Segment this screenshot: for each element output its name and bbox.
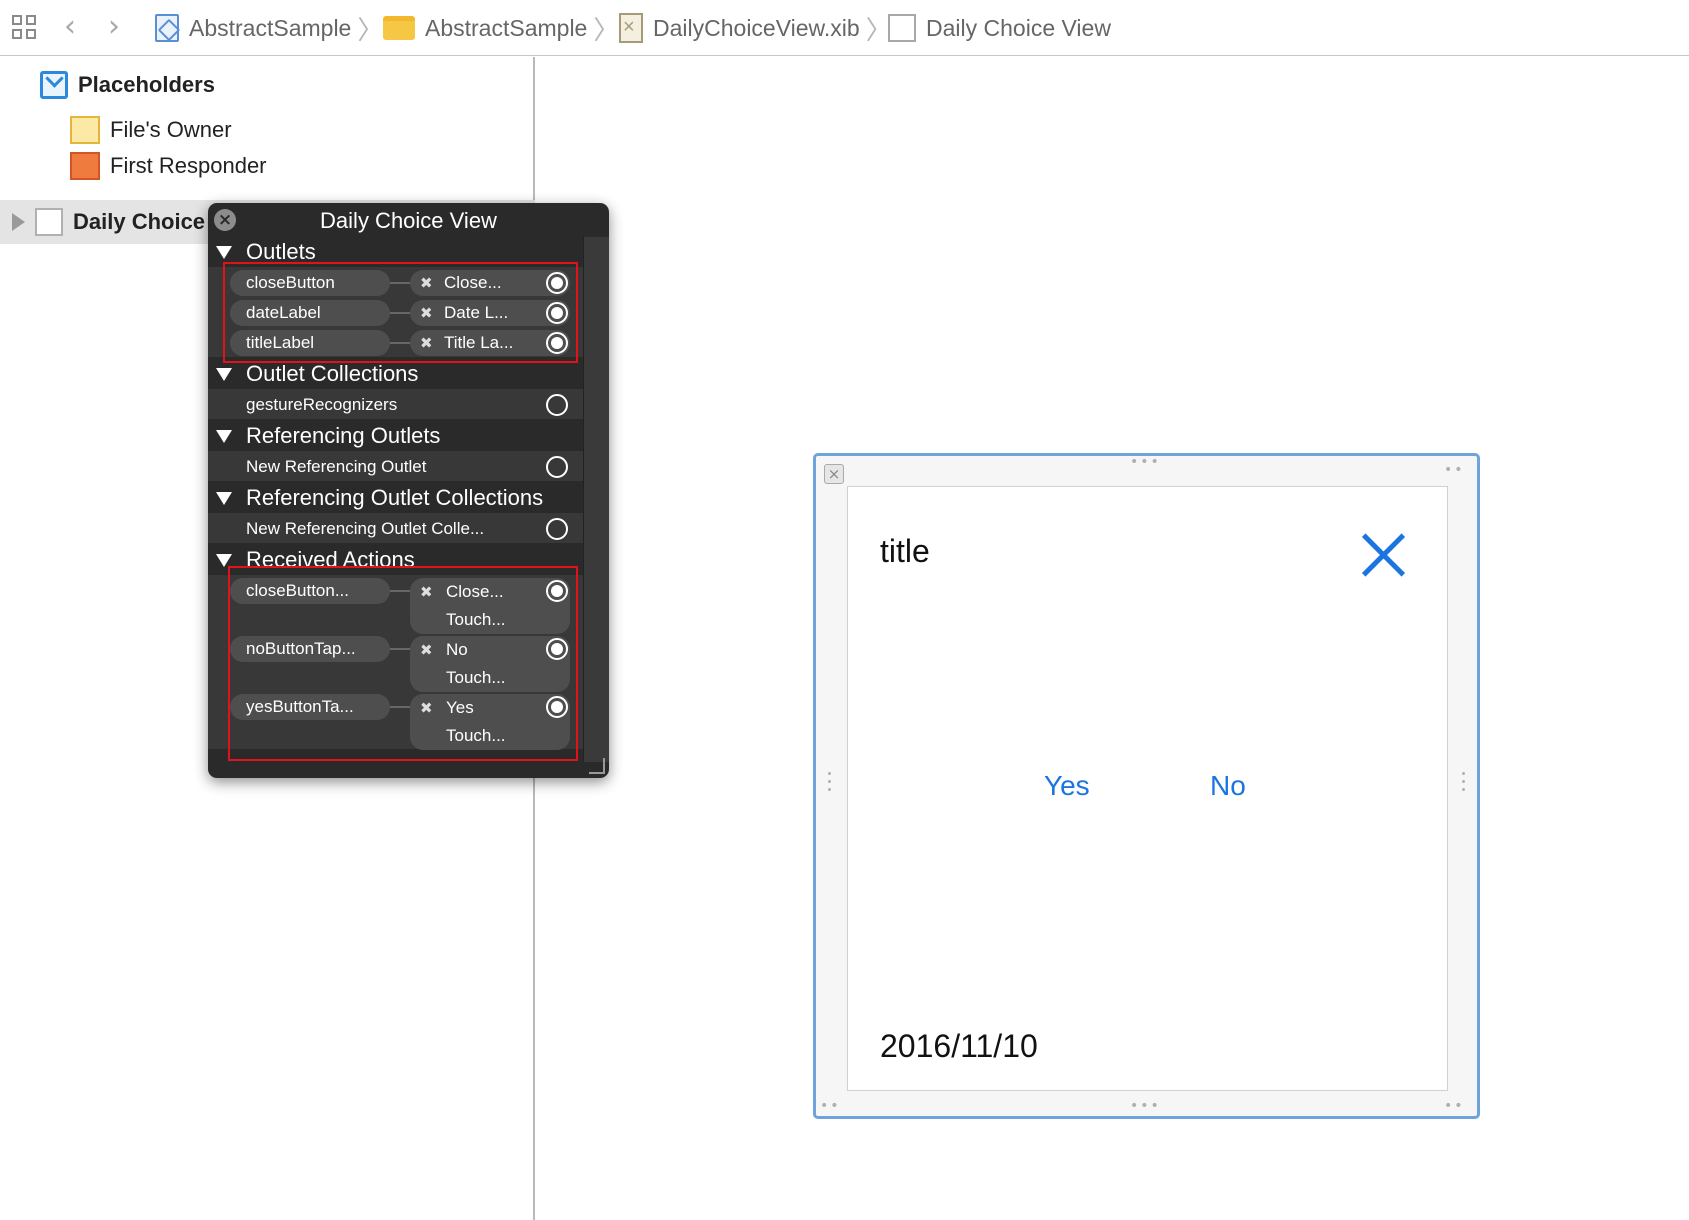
resize-handle-bottom-left[interactable]: •• [820,1098,841,1114]
disclosure-triangle-icon [216,245,232,259]
daily-choice-view-frame[interactable]: × ••• ••• •• •• •• title Yes No 2016/11/… [813,453,1480,1119]
resize-handle-top[interactable]: ••• [1130,454,1161,470]
back-arrow-icon[interactable]: ‹ [64,10,76,44]
close-button-x-icon[interactable] [1360,531,1408,579]
first-responder-label: First Responder [110,153,267,178]
frame-close-icon[interactable]: × [824,464,844,484]
jump-bar: ‹ › AbstractSample 〉 AbstractSample 〉 Da… [0,0,1689,56]
xib-file-icon [619,13,643,43]
breadcrumb-folder-label: AbstractSample [425,14,588,41]
section-referencing-outlets-label: Referencing Outlets [246,423,441,448]
title-label[interactable]: title [880,533,930,570]
no-button[interactable]: No [1210,770,1246,802]
connection-circle-empty-icon[interactable] [546,394,568,416]
breadcrumb-xib[interactable]: DailyChoiceView.xib 〉 [619,12,892,45]
new-referencing-outlet-label: New Referencing Outlet [246,457,427,476]
folder-icon [383,16,415,40]
section-outlet-collections-label: Outlet Collections [246,361,419,386]
breadcrumb-folder[interactable]: AbstractSample 〉 [383,12,620,45]
section-referencing-outlet-collections-label: Referencing Outlet Collections [246,485,544,510]
view-icon [888,14,916,42]
breadcrumb-view-label: Daily Choice View [926,14,1111,41]
disclosure-triangle-icon[interactable] [12,213,25,231]
connection-circle-empty-icon[interactable] [546,518,568,540]
disclosure-triangle-icon [216,367,232,381]
annotation-box-received-actions [228,566,578,761]
yes-button[interactable]: Yes [1044,770,1090,802]
breadcrumb-separator: 〉 [593,14,620,45]
section-referencing-outlet-collections[interactable]: Referencing Outlet Collections [208,483,583,513]
breadcrumb-xib-label: DailyChoiceView.xib [653,14,860,41]
annotation-box-outlets [223,262,578,363]
outline-item-files-owner[interactable]: File's Owner [70,112,232,148]
breadcrumb-project[interactable]: AbstractSample 〉 [155,12,384,45]
disclosure-triangle-icon [216,429,232,443]
related-items-grid-icon[interactable] [12,15,38,41]
files-owner-cube-icon [70,116,100,144]
outline-view-label: Daily Choice [73,209,206,234]
resize-handle-left[interactable] [828,772,832,796]
new-referencing-outlet-collection-label: New Referencing Outlet Colle... [246,519,485,538]
forward-arrow-icon[interactable]: › [108,10,120,44]
first-responder-cube-icon [70,152,100,180]
breadcrumb-project-label: AbstractSample [189,14,352,41]
view-icon [35,208,63,236]
hud-resize-handle-icon[interactable] [589,758,605,774]
hud-close-icon[interactable]: × [214,209,236,231]
hud-title: Daily Choice View [320,208,497,233]
resize-handle-bottom[interactable]: ••• [1130,1098,1161,1114]
resize-handle-right[interactable] [1462,772,1466,796]
breadcrumb-view[interactable]: Daily Choice View [888,12,1111,44]
placeholders-label: Placeholders [78,72,215,97]
date-label[interactable]: 2016/11/10 [880,1028,1038,1065]
placeholders-cube-icon [40,71,68,99]
hud-scrollbar[interactable] [583,237,609,762]
disclosure-triangle-icon [216,553,232,567]
resize-handle-bottom-right[interactable]: •• [1444,1098,1465,1114]
outline-item-first-responder[interactable]: First Responder [70,148,267,184]
connection-circle-empty-icon[interactable] [546,456,568,478]
gesture-recognizers-label: gestureRecognizers [246,395,398,414]
breadcrumb-separator: 〉 [357,14,384,45]
outline-placeholders-header[interactable]: Placeholders [40,67,215,103]
section-referencing-outlets[interactable]: Referencing Outlets [208,421,583,451]
project-icon [155,14,179,42]
section-outlet-collections[interactable]: Outlet Collections [208,359,583,389]
resize-handle-top-right[interactable]: •• [1444,462,1465,478]
files-owner-label: File's Owner [110,117,232,142]
view-content: title Yes No 2016/11/10 [847,486,1448,1091]
disclosure-triangle-icon [216,491,232,505]
